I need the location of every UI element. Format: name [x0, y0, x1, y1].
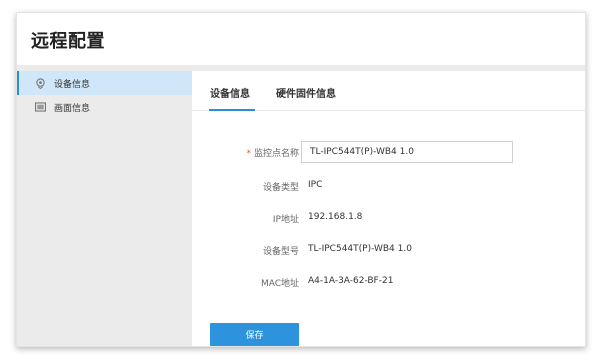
- location-pin-icon: [33, 76, 47, 90]
- tab-bar: 设备信息 硬件固件信息: [192, 71, 585, 111]
- required-mark: *: [246, 149, 251, 159]
- model-value: TL-IPC544T(P)-WB4 1.0: [308, 244, 412, 254]
- name-label: * 监控点名称: [246, 149, 299, 159]
- display-icon: [33, 100, 47, 114]
- remote-config-window: 远程配置 设备信息 画面信息 设备信息 硬件固件信息 * 监控点名称 TL-IP…: [16, 12, 586, 347]
- tab-device-info[interactable]: 设备信息: [210, 85, 250, 100]
- model-label: 设备型号: [262, 247, 299, 257]
- page-title: 远程配置: [31, 31, 105, 52]
- sidebar-item-image-info[interactable]: 画面信息: [17, 95, 192, 119]
- ip-value: 192.168.1.8: [308, 212, 363, 222]
- form-row-model: 设备型号 TL-IPC544T(P)-WB4 1.0: [192, 239, 585, 261]
- mac-label: MAC地址: [260, 279, 299, 289]
- form-row-name: * 监控点名称: [192, 141, 585, 163]
- sidebar: 设备信息 画面信息: [17, 71, 192, 346]
- sidebar-item-device-info[interactable]: 设备信息: [17, 71, 192, 95]
- sidebar-item-label: 设备信息: [54, 79, 91, 90]
- ip-label: IP地址: [272, 215, 299, 225]
- device-type-value: IPC: [308, 180, 323, 190]
- device-type-label: 设备类型: [262, 183, 299, 193]
- page-header: 远程配置: [17, 13, 585, 65]
- sidebar-item-label: 画面信息: [54, 103, 91, 114]
- form-row-mac: MAC地址 A4-1A-3A-62-BF-21: [192, 271, 585, 293]
- mac-value: A4-1A-3A-62-BF-21: [308, 276, 394, 286]
- tab-hardware-firmware-info[interactable]: 硬件固件信息: [276, 85, 336, 100]
- form-row-ip: IP地址 192.168.1.8: [192, 207, 585, 229]
- main-content: 设备信息 硬件固件信息 *监控点名称 设备类型 IPC IP地址 192.168…: [192, 71, 585, 346]
- save-button[interactable]: 保存: [210, 323, 299, 346]
- monitor-point-name-input[interactable]: [301, 141, 513, 163]
- form-row-device-type: 设备类型 IPC: [192, 175, 585, 197]
- active-tab-indicator: [209, 109, 255, 111]
